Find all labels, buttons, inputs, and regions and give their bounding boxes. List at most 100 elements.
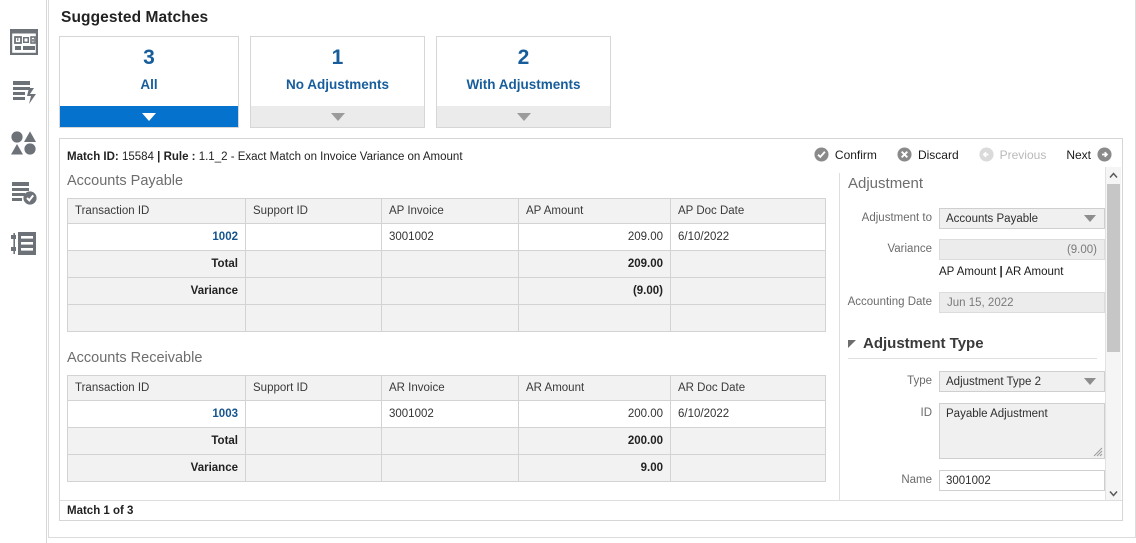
ap-transaction-id[interactable]: 1002 <box>67 223 246 251</box>
table-header-row: Transaction ID Support ID AP Invoice AP … <box>67 198 826 224</box>
sidebar-item-dashboard[interactable] <box>4 22 44 62</box>
ar-variance-blank-1 <box>245 454 382 482</box>
ap-filler-1 <box>67 304 246 332</box>
ap-amount: 209.00 <box>518 223 671 251</box>
sidebar-item-shapes[interactable] <box>4 123 44 163</box>
ap-filler-2 <box>245 304 382 332</box>
ap-col-doc-date[interactable]: AP Doc Date <box>670 198 826 224</box>
variance-label: Variance <box>887 243 932 255</box>
tab-with-adjustments[interactable]: 2 With Adjustments <box>436 36 611 128</box>
sidebar-item-approved[interactable] <box>4 173 44 213</box>
ar-total-blank-2 <box>381 427 519 455</box>
ap-variance-blank-1 <box>245 277 382 305</box>
type-select[interactable]: Adjustment Type 2 <box>939 371 1105 392</box>
rule-label: Rule : <box>163 151 196 163</box>
previous-label: Previous <box>999 147 1047 162</box>
tab-with-adjustments-expander[interactable] <box>437 106 610 127</box>
ap-variance-label: Variance <box>67 277 246 305</box>
match-id-value: 15584 <box>121 151 154 163</box>
confirm-button[interactable]: Confirm <box>814 147 877 162</box>
type-value: Adjustment Type 2 <box>946 375 1042 388</box>
ar-transaction-id[interactable]: 1003 <box>67 400 246 428</box>
adjustment-type-heading[interactable]: Adjustment Type <box>848 335 1105 352</box>
id-textarea[interactable]: Payable Adjustment <box>939 403 1105 459</box>
ap-col-invoice[interactable]: AP Invoice <box>381 198 519 224</box>
tab-with-adjustments-label: With Adjustments <box>466 77 581 93</box>
ap-col-amount[interactable]: AP Amount <box>518 198 671 224</box>
ap-filler-5 <box>670 304 826 332</box>
resize-grip-icon[interactable] <box>1091 445 1103 457</box>
ar-amount-link[interactable]: AR Amount <box>1005 266 1063 278</box>
disclosure-triangle-icon[interactable] <box>848 339 856 348</box>
table-total-row: Total 200.00 <box>67 427 826 455</box>
ap-variance-blank-2 <box>381 277 519 305</box>
discard-button[interactable]: Discard <box>897 147 959 162</box>
accounting-date-field[interactable]: Jun 15, 2022 <box>939 292 1105 313</box>
ar-total-label: Total <box>67 427 246 455</box>
left-sidebar <box>0 0 47 543</box>
adjustment-to-select[interactable]: Accounts Payable <box>939 208 1105 229</box>
chevron-down-icon <box>142 112 156 121</box>
scrollbar-thumb[interactable] <box>1107 184 1120 352</box>
ar-col-amount[interactable]: AR Amount <box>518 375 671 401</box>
adjustment-scrollbar[interactable] <box>1105 167 1121 501</box>
chevron-down-icon <box>1084 378 1096 385</box>
table-total-row: Total 209.00 <box>67 250 826 278</box>
name-input[interactable]: 3001002 <box>939 470 1105 491</box>
ar-total-blank-3 <box>670 427 826 455</box>
previous-button[interactable]: Previous <box>979 147 1047 162</box>
tab-no-adjustments-expander[interactable] <box>251 106 424 127</box>
ap-total-blank-3 <box>670 250 826 278</box>
ap-total-blank-1 <box>245 250 382 278</box>
next-button[interactable]: Next <box>1066 147 1112 162</box>
ap-col-support-id[interactable]: Support ID <box>245 198 382 224</box>
accounts-receivable-title: Accounts Receivable <box>67 350 203 366</box>
adjustment-type-heading-label: Adjustment Type <box>863 335 984 352</box>
match-detail-panel: Match ID: 15584 | Rule : 1.1_2 - Exact M… <box>59 138 1123 521</box>
arrow-left-circle-icon <box>979 147 994 162</box>
chevron-down-icon <box>330 112 345 121</box>
table-filler-row <box>67 304 826 332</box>
table-row[interactable]: 1002 3001002 209.00 6/10/2022 <box>67 223 826 251</box>
ar-col-transaction-id[interactable]: Transaction ID <box>67 375 246 401</box>
scroll-down-button[interactable] <box>1106 485 1121 501</box>
ar-doc-date: 6/10/2022 <box>670 400 826 428</box>
sidebar-item-auto-match[interactable] <box>4 72 44 112</box>
type-label: Type <box>907 375 932 387</box>
tab-no-adjustments[interactable]: 1 No Adjustments <box>250 36 425 128</box>
tab-all-expander[interactable] <box>60 106 238 127</box>
ar-col-support-id[interactable]: Support ID <box>245 375 382 401</box>
confirm-label: Confirm <box>834 147 877 162</box>
document-check-icon <box>10 180 38 206</box>
amount-links: AP Amount | AR Amount <box>939 266 1105 278</box>
ap-total-label: Total <box>67 250 246 278</box>
dashboard-icon <box>10 29 38 55</box>
variance-value: (9.00) <box>1066 243 1097 256</box>
adjustment-to-row: Adjustment to Accounts Payable <box>840 208 1105 229</box>
amount-link-separator: | <box>999 266 1003 278</box>
id-row: ID Payable Adjustment <box>840 403 1105 459</box>
scroll-up-button[interactable] <box>1106 167 1121 183</box>
ar-col-doc-date[interactable]: AR Doc Date <box>670 375 826 401</box>
ar-variance-label: Variance <box>67 454 246 482</box>
adjustment-pane: Adjustment Adjustment to Accounts Payabl… <box>840 167 1121 501</box>
section-divider <box>848 358 1097 359</box>
ap-col-transaction-id[interactable]: Transaction ID <box>67 198 246 224</box>
accounts-payable-table: Transaction ID Support ID AP Invoice AP … <box>67 198 826 332</box>
document-lightning-icon <box>10 79 38 105</box>
id-label: ID <box>920 407 933 419</box>
ar-invoice: 3001002 <box>381 400 519 428</box>
sidebar-item-ledger[interactable] <box>4 224 44 264</box>
tab-no-adjustments-label: No Adjustments <box>285 77 389 93</box>
chevron-down-icon <box>516 112 531 121</box>
ap-variance-blank-3 <box>670 277 826 305</box>
adjustment-to-label: Adjustment to <box>861 212 932 224</box>
ap-amount-link[interactable]: AP Amount <box>939 266 996 278</box>
match-position-text: Match 1 of 3 <box>67 504 134 517</box>
table-row[interactable]: 1003 3001002 200.00 6/10/2022 <box>67 400 826 428</box>
ar-total-amount: 200.00 <box>518 427 671 455</box>
ar-variance-blank-3 <box>670 454 826 482</box>
ar-col-invoice[interactable]: AR Invoice <box>381 375 519 401</box>
tab-all[interactable]: 3 All <box>59 36 239 128</box>
check-circle-icon <box>814 147 829 162</box>
